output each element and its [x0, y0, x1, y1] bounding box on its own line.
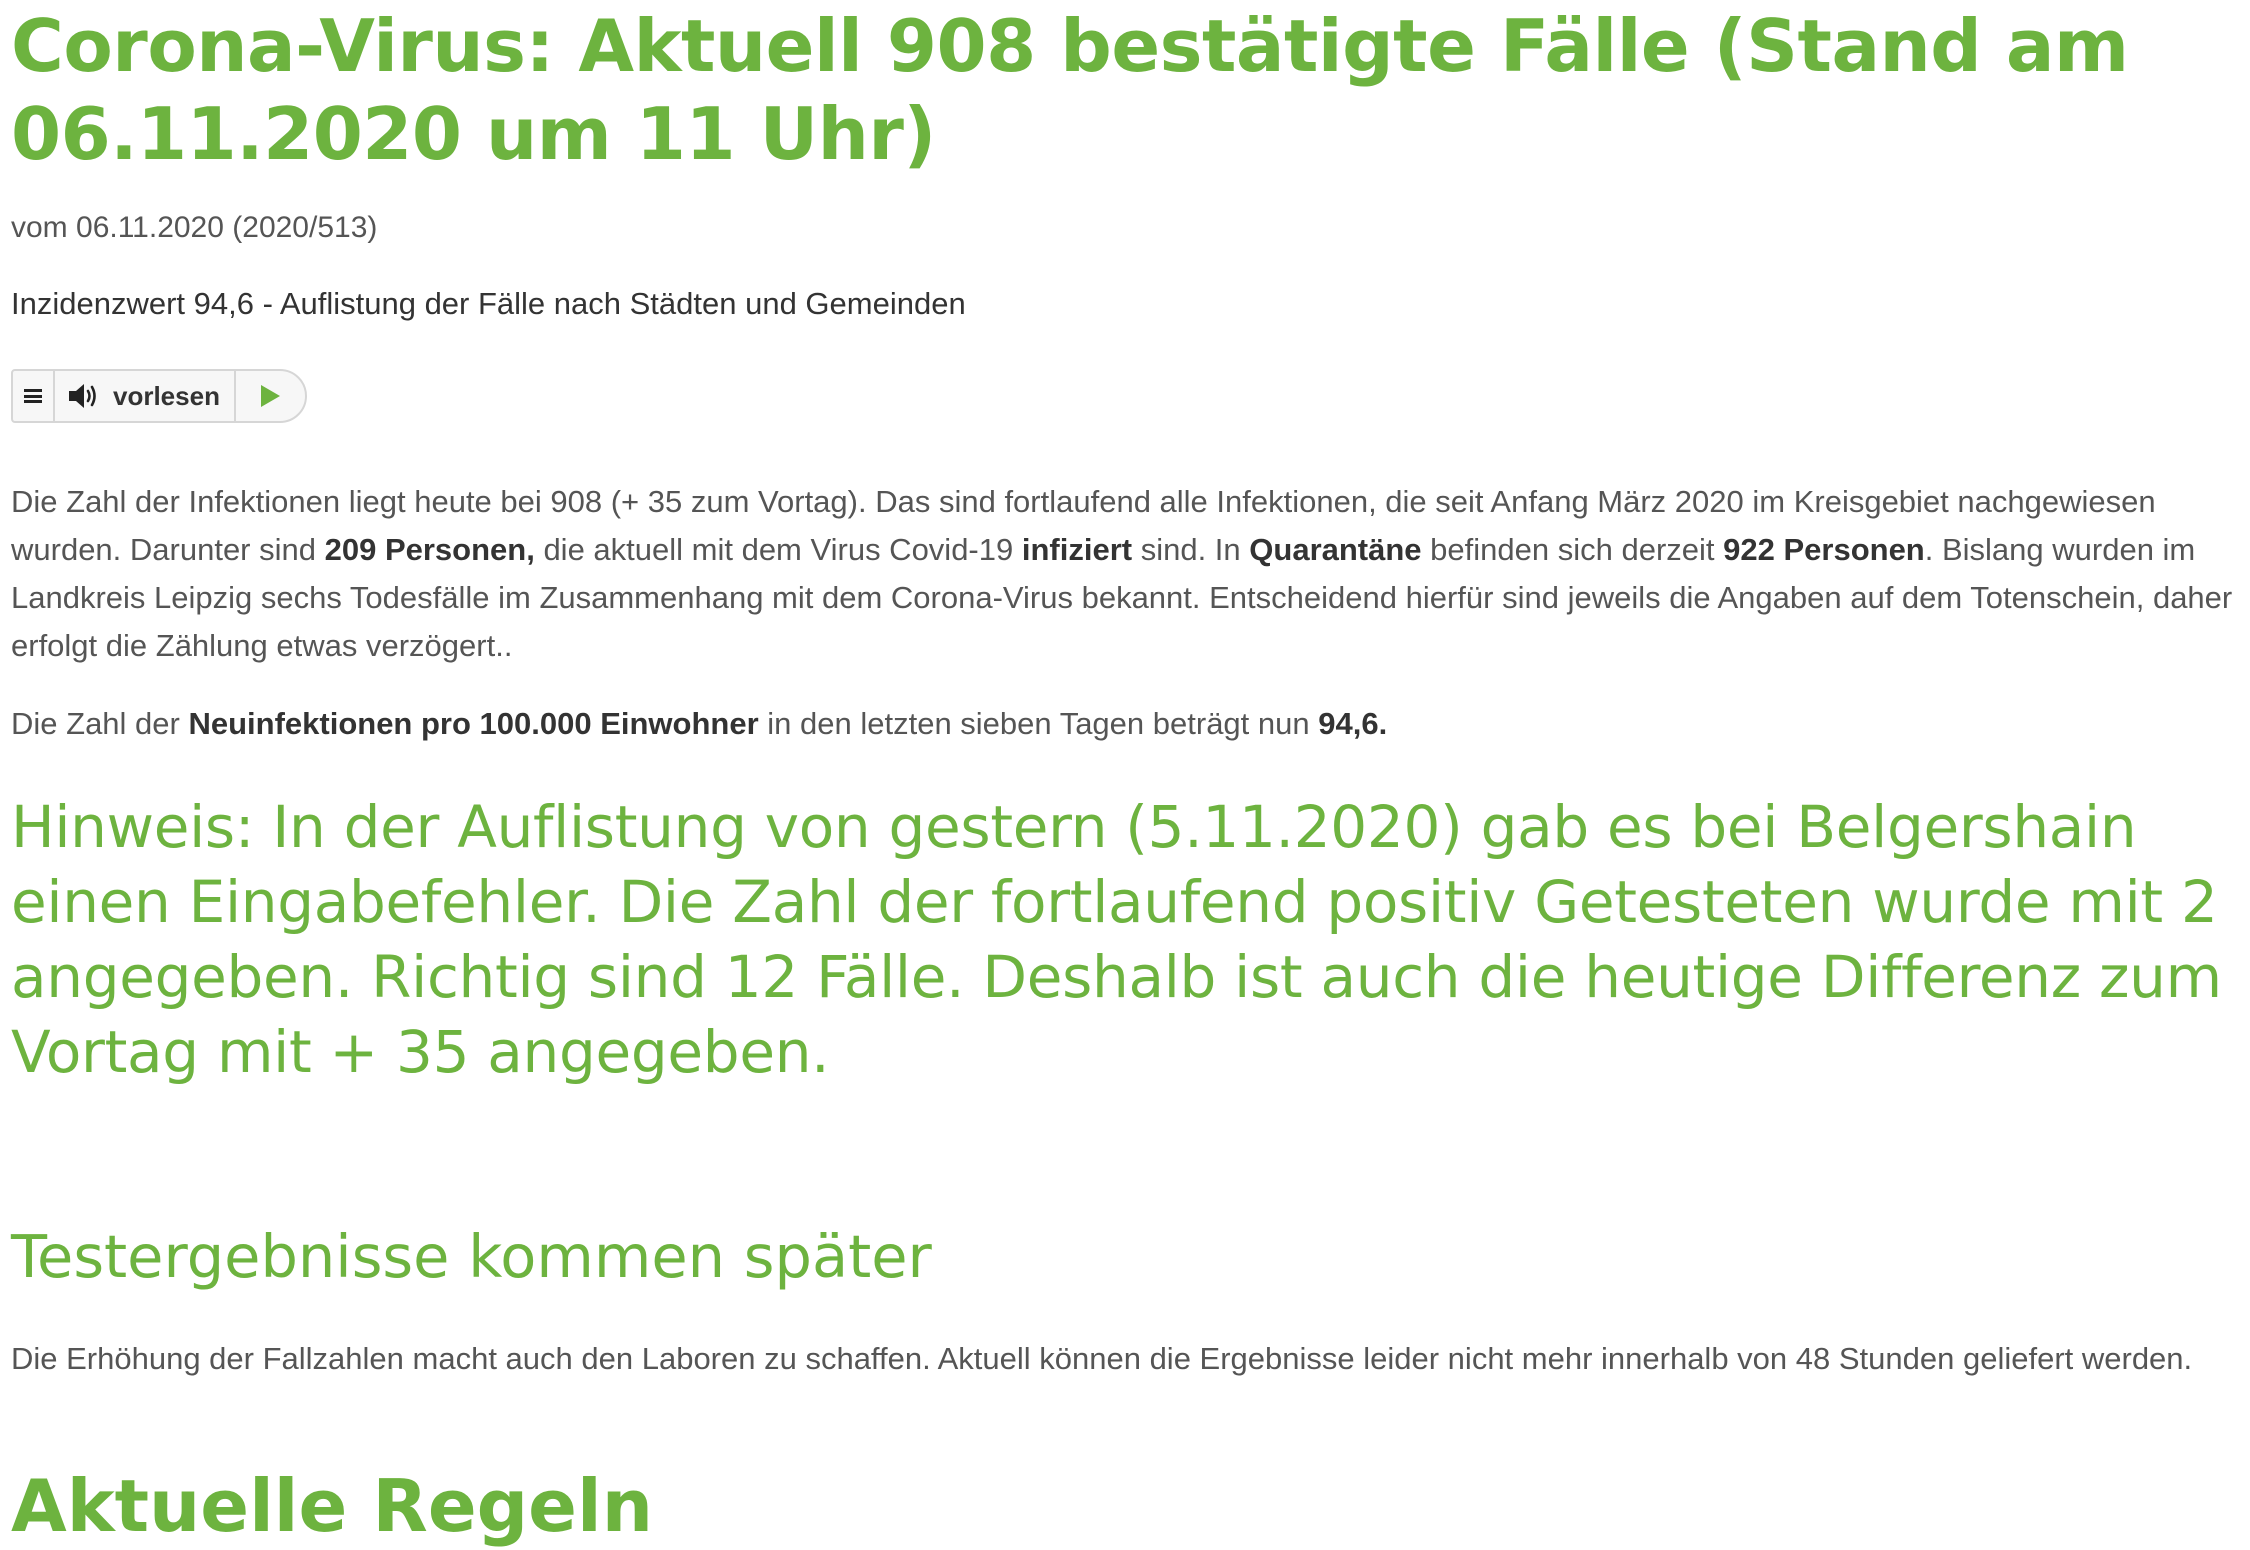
notice-text: Hinweis: In der Auflistung von gestern (… [11, 793, 2222, 1086]
section-paragraph: Die Erhöhung der Fallzahlen macht auch d… [11, 1341, 2193, 1376]
incidence-label: Neuinfektionen pro 100.000 Einwohner [188, 706, 759, 741]
play-icon [261, 385, 281, 407]
readspeaker-read-button[interactable]: vorlesen [55, 371, 236, 421]
readspeaker-menu-button[interactable] [13, 371, 55, 421]
text-run: befinden sich derzeit [1421, 532, 1724, 567]
readspeaker-label: vorlesen [113, 380, 220, 411]
infected-count: 209 Personen, [324, 532, 535, 567]
text-run: in den letzten sieben Tagen beträgt nun [758, 706, 1319, 741]
speaker-icon [69, 384, 96, 408]
section-heading: Testergebnisse kommen später [11, 1222, 932, 1291]
readspeaker-player: vorlesen [11, 369, 307, 423]
text-run: Die Zahl der [11, 706, 189, 741]
page-title: Corona-Virus: Aktuell 908 bestätigte Fäl… [11, 4, 2129, 176]
next-section-heading: Aktuelle Regeln [11, 1464, 653, 1548]
quarantine-count: 922 Personen [1723, 532, 1925, 567]
incidence-value: 94,6. [1318, 706, 1388, 741]
quarantine-label: Quarantäne [1249, 532, 1422, 567]
text-run: die aktuell mit dem Virus Covid-19 [534, 532, 1022, 567]
menu-icon [24, 389, 42, 403]
text-run: sind. In [1132, 532, 1250, 567]
article-paragraph-1: Die Zahl der Infektionen liegt heute bei… [11, 478, 2236, 670]
readspeaker-play-button[interactable] [236, 371, 305, 421]
article-date: vom 06.11.2020 (2020/513) [11, 211, 378, 244]
infected-label: infiziert [1021, 532, 1133, 567]
article: Corona-Virus: Aktuell 908 bestätigte Fäl… [11, 0, 2236, 1548]
article-subtitle: Inzidenzwert 94,6 - Auflistung der Fälle… [11, 286, 966, 321]
article-paragraph-2: Die Zahl der Neuinfektionen pro 100.000 … [11, 700, 2236, 748]
